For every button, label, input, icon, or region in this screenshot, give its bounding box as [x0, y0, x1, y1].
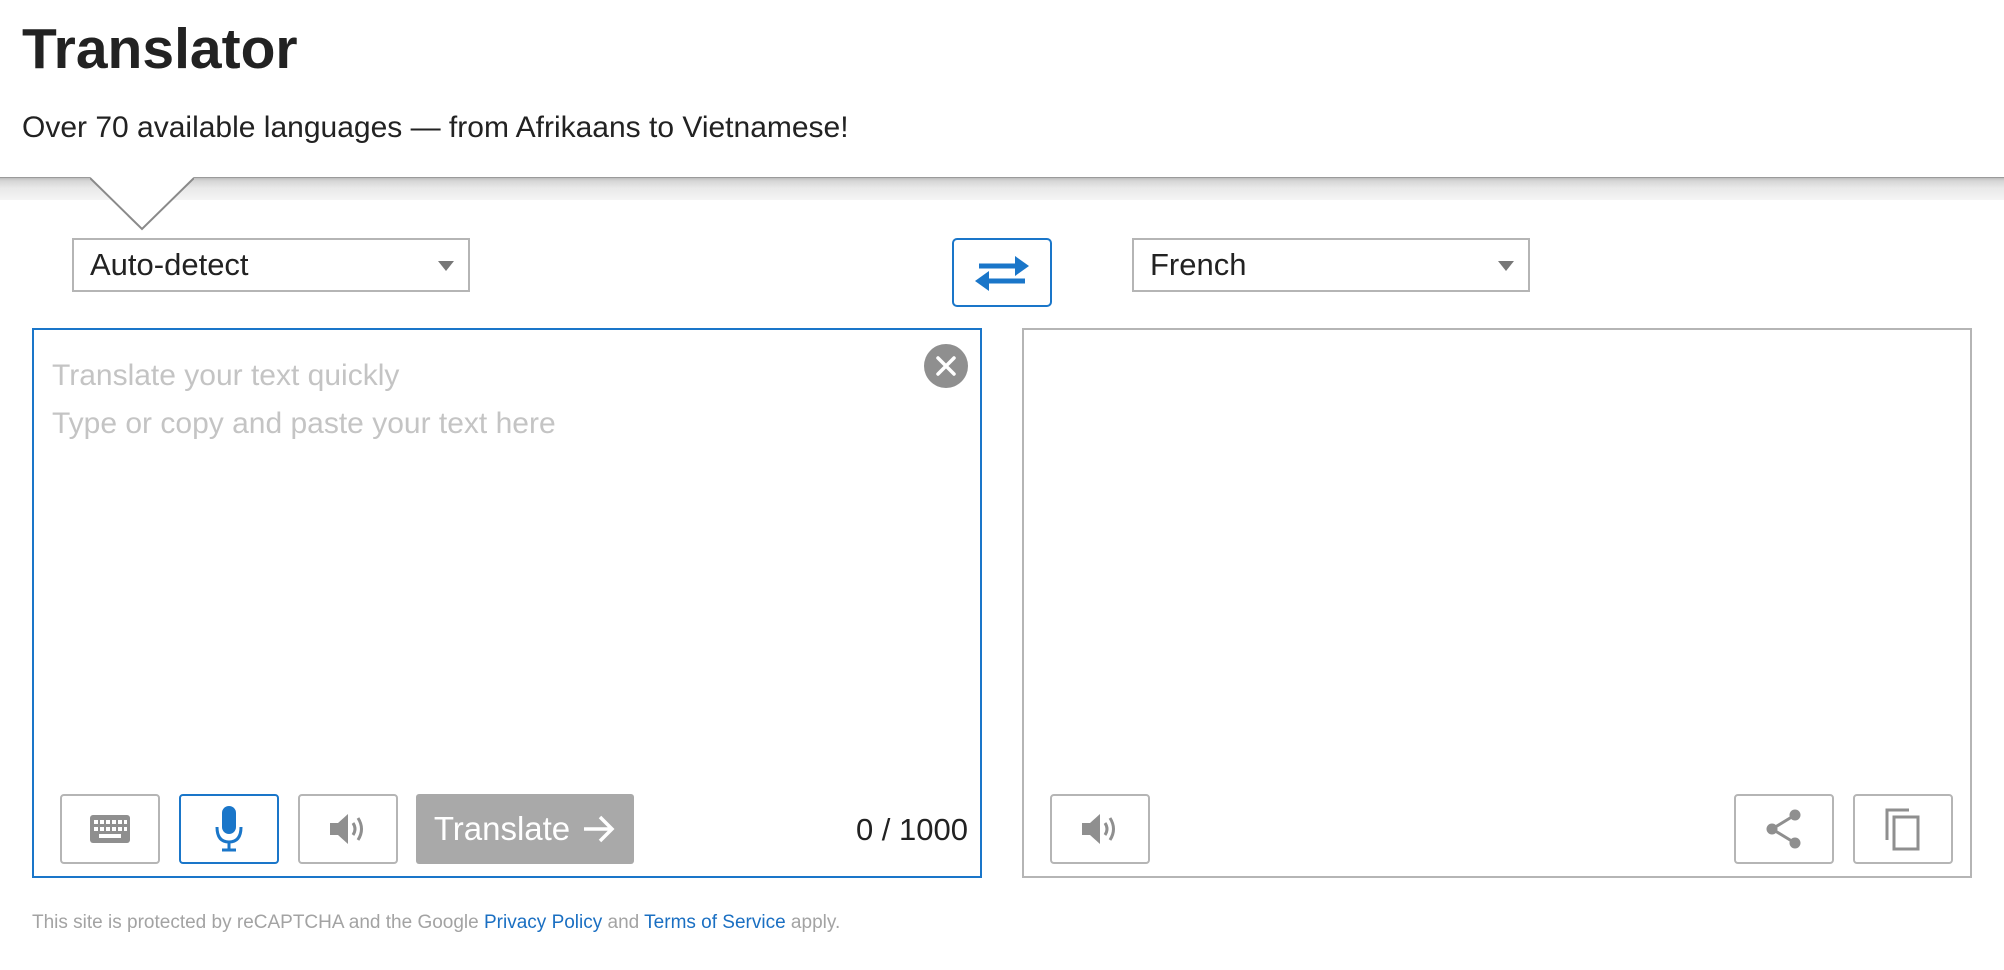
keyboard-button[interactable] [60, 794, 160, 864]
divider-pointer [90, 177, 194, 231]
character-counter: 0 / 1000 [855, 812, 968, 847]
page-subtitle: Over 70 available languages — from Afrik… [22, 111, 849, 144]
share-button[interactable] [1734, 794, 1834, 864]
source-placeholder: Translate your text quickly Type or copy… [52, 352, 556, 448]
header-divider [0, 177, 2004, 200]
microphone-icon [215, 806, 243, 852]
privacy-policy-link[interactable]: Privacy Policy [484, 912, 602, 933]
target-language-label: French [1150, 247, 1247, 282]
translation-output-area [1022, 328, 1972, 878]
recaptcha-notice: This site is protected by reCAPTCHA and … [32, 912, 840, 934]
chevron-down-icon [438, 261, 454, 271]
keyboard-icon [90, 815, 130, 843]
source-language-label: Auto-detect [90, 247, 249, 282]
copy-icon [1885, 808, 1920, 851]
target-language-select[interactable]: French [1132, 238, 1530, 292]
microphone-button[interactable] [179, 794, 279, 864]
recaptcha-notice-suffix: apply. [785, 912, 841, 933]
page-title: Translator [22, 17, 298, 81]
source-language-select[interactable]: Auto-detect [72, 238, 470, 292]
swap-languages-button[interactable] [952, 238, 1052, 307]
translate-button-label: Translate [433, 810, 571, 847]
recaptcha-notice-prefix: This site is protected by reCAPTCHA and … [32, 912, 484, 933]
placeholder-line-1: Translate your text quickly [52, 359, 400, 392]
copy-button[interactable] [1853, 794, 1953, 864]
recaptcha-notice-middle: and [602, 912, 645, 933]
close-circle-icon [936, 356, 956, 376]
terms-of-service-link[interactable]: Terms of Service [644, 912, 785, 933]
swap-arrows-icon [975, 255, 1029, 291]
clear-text-button[interactable] [924, 344, 968, 388]
speaker-icon [1082, 814, 1115, 844]
speaker-icon [330, 814, 363, 844]
translate-button[interactable]: Translate [416, 794, 634, 864]
share-icon [1766, 809, 1801, 849]
source-listen-button[interactable] [298, 794, 398, 864]
arrow-right-icon [584, 815, 615, 843]
placeholder-line-2: Type or copy and paste your text here [52, 407, 556, 440]
chevron-down-icon [1498, 261, 1514, 271]
source-text-area[interactable]: Translate your text quickly Type or copy… [32, 328, 982, 878]
target-listen-button[interactable] [1050, 794, 1150, 864]
